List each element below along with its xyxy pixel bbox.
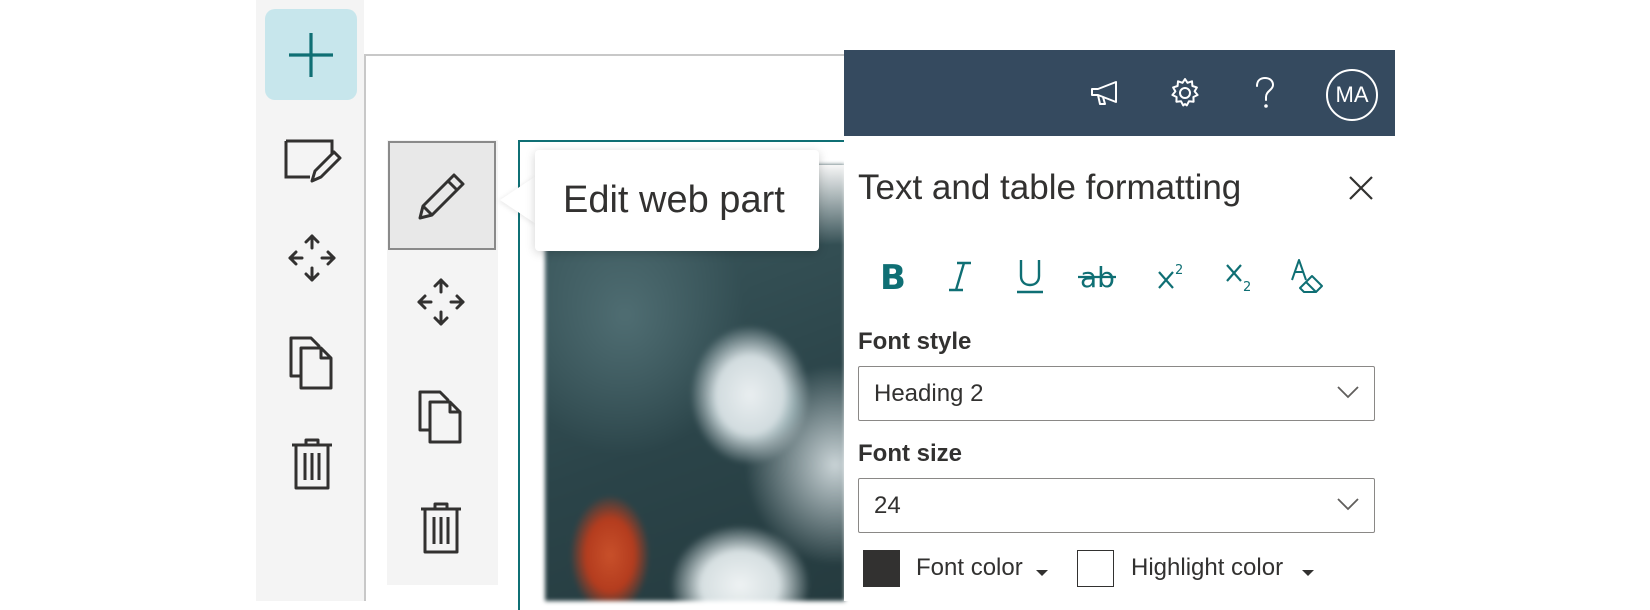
- svg-text:B: B: [880, 259, 906, 293]
- gear-icon: [1171, 78, 1199, 107]
- move-icon: [417, 278, 465, 326]
- edit-web-part-button[interactable]: [388, 141, 496, 250]
- font-size-value: 24: [874, 491, 901, 519]
- strikethrough-button[interactable]: ab: [1070, 250, 1126, 302]
- tooltip-arrow: [500, 176, 536, 224]
- font-style-value: Heading 2: [874, 379, 984, 407]
- subscript-icon: 2: [1226, 264, 1251, 293]
- underline-icon: [1017, 260, 1043, 294]
- chevron-down-icon: [1337, 498, 1359, 511]
- subscript-button[interactable]: 2: [1212, 250, 1268, 302]
- font-style-dropdown[interactable]: Heading 2: [858, 366, 1375, 421]
- pane-title: Text and table formatting: [858, 168, 1242, 207]
- strikethrough-icon: ab: [1078, 261, 1116, 293]
- trash-icon: [292, 438, 332, 490]
- font-size-dropdown[interactable]: 24: [858, 478, 1375, 533]
- megaphone-icon: [1091, 81, 1117, 105]
- edit-web-part-tooltip: Edit web part: [535, 150, 819, 251]
- edit-section-icon: [284, 139, 342, 183]
- trash-icon: [421, 502, 461, 554]
- italic-button[interactable]: [932, 250, 988, 302]
- svg-text:2: 2: [1243, 280, 1251, 293]
- bold-button[interactable]: B: [864, 250, 920, 302]
- move-icon: [288, 234, 336, 282]
- bold-icon: B: [880, 259, 906, 293]
- font-color-swatch[interactable]: [863, 550, 900, 587]
- italic-icon: [949, 261, 971, 292]
- add-section-button[interactable]: [265, 9, 357, 100]
- font-size-label: Font size: [858, 440, 963, 467]
- canvas-section-border-left: [364, 54, 366, 601]
- copy-icon: [418, 390, 462, 444]
- highlight-color-swatch[interactable]: [1077, 550, 1114, 587]
- suite-header: [844, 50, 1395, 136]
- highlight-color-caret-icon[interactable]: [1302, 570, 1314, 576]
- highlight-color-button[interactable]: Highlight color: [1131, 554, 1283, 582]
- canvas-section-border: [364, 54, 844, 56]
- move-section-button[interactable]: [267, 218, 357, 298]
- pencil-icon: [418, 173, 465, 219]
- underline-button[interactable]: [1002, 250, 1058, 302]
- delete-section-button[interactable]: [267, 424, 357, 504]
- copy-icon: [289, 336, 333, 390]
- help-button[interactable]: [1230, 50, 1300, 136]
- tooltip-text: Edit web part: [563, 179, 785, 221]
- question-icon: [1256, 76, 1275, 108]
- font-color-caret-icon[interactable]: [1036, 570, 1048, 576]
- superscript-button[interactable]: 2: [1144, 250, 1200, 302]
- duplicate-section-button[interactable]: [267, 322, 357, 402]
- chevron-down-icon: [1337, 386, 1359, 399]
- clear-formatting-icon: [1291, 259, 1323, 293]
- font-color-button[interactable]: Font color: [916, 554, 1023, 582]
- settings-button[interactable]: [1150, 50, 1220, 136]
- clear-formatting-button[interactable]: [1280, 250, 1336, 302]
- font-style-label: Font style: [858, 328, 972, 355]
- duplicate-web-part-button[interactable]: [396, 376, 486, 456]
- edit-section-button[interactable]: [267, 122, 357, 202]
- avatar[interactable]: MA: [1326, 69, 1378, 121]
- move-web-part-button[interactable]: [396, 262, 486, 342]
- delete-web-part-button[interactable]: [396, 488, 486, 568]
- close-icon: [1349, 176, 1373, 200]
- superscript-icon: 2: [1158, 263, 1183, 289]
- close-pane-button[interactable]: [1343, 170, 1379, 206]
- avatar-initials: MA: [1335, 82, 1369, 107]
- feedback-button[interactable]: [1070, 50, 1140, 136]
- plus-icon: [289, 32, 333, 77]
- svg-text:2: 2: [1175, 263, 1183, 278]
